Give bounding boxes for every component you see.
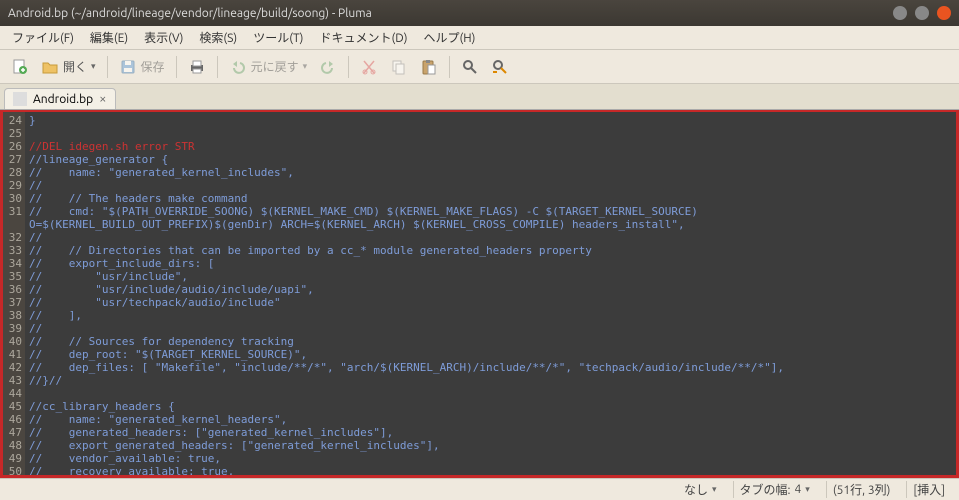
tab-width-label: タブの幅: — [740, 481, 791, 498]
titlebar: Android.bp (~/android/lineage/vendor/lin… — [0, 0, 959, 26]
menu-edit[interactable]: 編集(E) — [82, 27, 136, 48]
file-icon — [13, 92, 27, 106]
toolbar: 開く ▾ 保存 元に戻す ▾ — [0, 50, 959, 84]
toolbar-separator — [107, 56, 108, 78]
tab-width-dropdown[interactable]: タブの幅: 4 ▾ — [733, 481, 816, 498]
save-icon — [119, 58, 137, 76]
open-label: 開く — [63, 58, 87, 75]
menu-document[interactable]: ドキュメント(D) — [311, 27, 415, 48]
toolbar-separator — [449, 56, 450, 78]
undo-label: 元に戻す — [251, 58, 299, 75]
editor: 2425262728293031323334353637383940414243… — [0, 110, 959, 478]
paste-button[interactable] — [415, 55, 443, 79]
paste-icon — [420, 58, 438, 76]
toolbar-separator — [348, 56, 349, 78]
copy-button[interactable] — [385, 55, 413, 79]
redo-button[interactable] — [314, 55, 342, 79]
cursor-position: (51行, 3列) — [826, 481, 897, 498]
find-button[interactable] — [456, 55, 484, 79]
new-file-button[interactable] — [6, 55, 34, 79]
dropdown-indicator-icon: ▾ — [805, 484, 810, 495]
close-button[interactable] — [937, 6, 951, 20]
menu-view[interactable]: 表示(V) — [136, 27, 191, 48]
window-controls — [893, 6, 951, 20]
close-icon[interactable]: × — [99, 92, 106, 106]
menu-file[interactable]: ファイル(F) — [4, 27, 82, 48]
minimize-button[interactable] — [893, 6, 907, 20]
redo-icon — [319, 58, 337, 76]
highlight-mode-dropdown[interactable]: なし ▾ — [678, 481, 723, 498]
menubar: ファイル(F) 編集(E) 表示(V) 検索(S) ツール(T) ドキュメント(… — [0, 26, 959, 50]
menu-tools[interactable]: ツール(T) — [245, 27, 311, 48]
line-gutter: 2425262728293031323334353637383940414243… — [3, 112, 25, 475]
cut-button[interactable] — [355, 55, 383, 79]
undo-button[interactable]: 元に戻す ▾ — [224, 55, 313, 79]
doc-tab[interactable]: Android.bp × — [4, 88, 116, 109]
dropdown-indicator-icon: ▾ — [91, 61, 96, 72]
insert-mode: [挿入] — [906, 481, 951, 498]
file-new-icon — [11, 58, 29, 76]
find-icon — [461, 58, 479, 76]
find-replace-icon — [491, 58, 509, 76]
cut-icon — [360, 58, 378, 76]
folder-open-icon — [41, 58, 59, 76]
copy-icon — [390, 58, 408, 76]
undo-icon — [229, 58, 247, 76]
print-button[interactable] — [183, 55, 211, 79]
doc-tab-label: Android.bp — [33, 93, 93, 106]
toolbar-separator — [176, 56, 177, 78]
tab-width-value: 4 — [795, 483, 802, 496]
dropdown-indicator-icon: ▾ — [303, 61, 308, 72]
find-replace-button[interactable] — [486, 55, 514, 79]
toolbar-separator — [217, 56, 218, 78]
menu-search[interactable]: 検索(S) — [191, 27, 245, 48]
maximize-button[interactable] — [915, 6, 929, 20]
save-button[interactable]: 保存 — [114, 55, 170, 79]
code-area[interactable]: }//DEL idegen.sh error STR//lineage_gene… — [25, 112, 956, 475]
window-title: Android.bp (~/android/lineage/vendor/lin… — [8, 7, 372, 20]
menu-help[interactable]: ヘルプ(H) — [416, 27, 484, 48]
statusbar: なし ▾ タブの幅: 4 ▾ (51行, 3列) [挿入] — [0, 478, 959, 500]
dropdown-indicator-icon: ▾ — [712, 484, 717, 495]
open-button[interactable]: 開く ▾ — [36, 55, 101, 79]
save-label: 保存 — [141, 58, 165, 75]
doc-tabs: Android.bp × — [0, 84, 959, 110]
highlight-mode-label: なし — [684, 481, 708, 498]
print-icon — [188, 58, 206, 76]
